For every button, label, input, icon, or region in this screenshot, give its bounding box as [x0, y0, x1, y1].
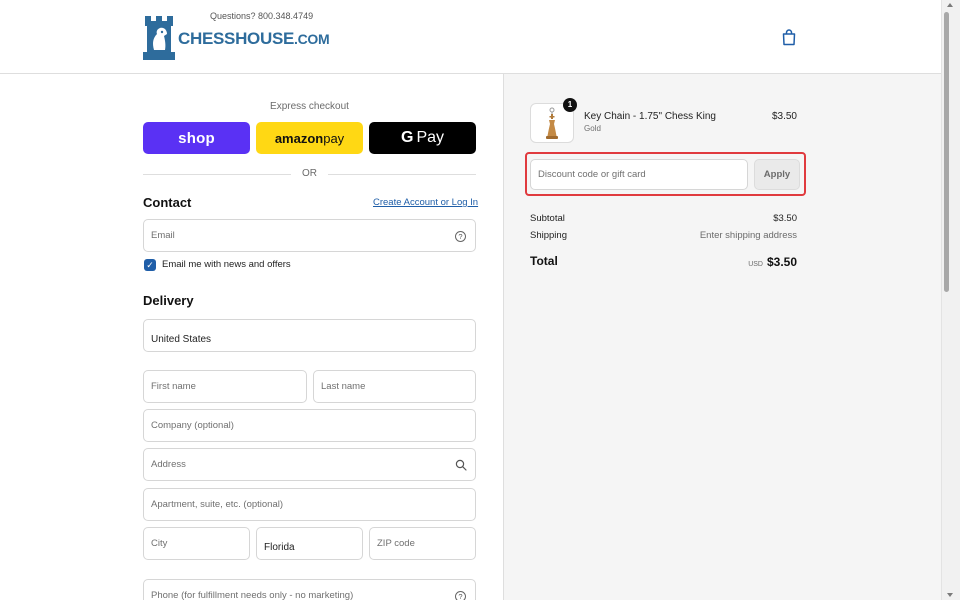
- shop-pay-label: shop: [178, 129, 215, 147]
- divider-line-right: [328, 174, 476, 175]
- scrollbar-thumb[interactable]: [944, 12, 949, 292]
- scroll-up-arrow-icon[interactable]: [947, 3, 953, 7]
- contact-title: Contact: [143, 195, 192, 210]
- discount-placeholder: Discount code or gift card: [538, 169, 646, 180]
- subtotal-label: Subtotal: [530, 213, 565, 224]
- email-placeholder: Email: [151, 230, 175, 241]
- scroll-down-arrow-icon[interactable]: [947, 593, 953, 597]
- address-placeholder: Address: [151, 459, 186, 470]
- quantity-badge: 1: [563, 98, 577, 112]
- brand-wordmark: CHESSHOUSE.COM: [178, 29, 330, 49]
- apply-label: Apply: [763, 169, 791, 180]
- city-field[interactable]: City: [143, 527, 250, 560]
- company-placeholder: Company (optional): [151, 420, 234, 431]
- shop-pay-button[interactable]: shop: [143, 122, 250, 154]
- delivery-title: Delivery: [143, 293, 194, 308]
- apply-discount-button[interactable]: Apply: [754, 159, 800, 190]
- country-value: United States: [151, 334, 212, 345]
- google-pay-label: Pay: [416, 129, 445, 146]
- shopping-bag-icon[interactable]: [781, 29, 797, 46]
- email-field[interactable]: Email ?: [143, 219, 476, 252]
- news-offers-checkbox-row[interactable]: ✓ Email me with news and offers: [144, 258, 291, 271]
- checkbox-checked-icon[interactable]: ✓: [144, 258, 156, 271]
- help-icon[interactable]: ?: [455, 230, 466, 242]
- apartment-placeholder: Apartment, suite, etc. (optional): [151, 499, 284, 510]
- amazon-pay-label-bold: amazon: [274, 130, 324, 146]
- news-offers-label: Email me with news and offers: [162, 259, 291, 270]
- subtotal-value: $3.50: [773, 213, 797, 224]
- last-name-placeholder: Last name: [321, 381, 366, 392]
- apartment-field[interactable]: Apartment, suite, etc. (optional): [143, 488, 476, 521]
- site-header: Questions? 800.348.4749 CHESSHOUSE.COM: [0, 0, 941, 74]
- zip-placeholder: ZIP code: [377, 538, 415, 549]
- checkout-form: Express checkout shop amazon pay G Pay OR…: [0, 74, 503, 600]
- google-g-icon: G: [400, 129, 414, 146]
- last-name-field[interactable]: Last name: [313, 370, 476, 403]
- phone-field[interactable]: Phone (for fulfillment needs only - no m…: [143, 579, 476, 600]
- shipping-value: Enter shipping address: [699, 230, 797, 241]
- brand-suffix: .COM: [294, 31, 330, 47]
- first-name-field[interactable]: First name: [143, 370, 307, 403]
- express-checkout-label: Express checkout: [270, 101, 349, 112]
- state-value: Florida: [264, 542, 295, 553]
- city-placeholder: City: [151, 538, 168, 549]
- phone-placeholder: Phone (for fulfillment needs only - no m…: [151, 590, 354, 600]
- search-icon: [455, 459, 467, 471]
- brand-logo[interactable]: Questions? 800.348.4749 CHESSHOUSE.COM: [143, 10, 330, 62]
- support-phone-text: Questions? 800.348.4749: [210, 11, 314, 21]
- or-divider: OR: [143, 168, 476, 180]
- discount-code-input[interactable]: Discount code or gift card: [530, 159, 748, 190]
- amazon-pay-label: pay: [323, 130, 345, 146]
- total-value-group: USD $3.50: [704, 253, 797, 271]
- state-select[interactable]: Florida: [256, 527, 363, 560]
- zip-field[interactable]: ZIP code: [369, 527, 476, 560]
- product-name: Key Chain - 1.75" Chess King: [584, 111, 716, 122]
- address-field[interactable]: Address: [143, 448, 476, 481]
- total-label: Total: [530, 254, 558, 268]
- amazon-pay-button[interactable]: amazon pay: [256, 122, 363, 154]
- create-account-login-link[interactable]: Create Account or Log In: [373, 197, 478, 208]
- company-field[interactable]: Company (optional): [143, 409, 476, 442]
- order-summary: 1 Key Chain - 1.75" Chess King Gold $3.5…: [503, 74, 941, 600]
- country-select[interactable]: United States: [143, 319, 476, 352]
- first-name-placeholder: First name: [151, 381, 196, 392]
- total-currency: USD: [748, 261, 763, 268]
- rook-knight-logo-icon: [143, 16, 175, 60]
- vertical-scrollbar[interactable]: [941, 0, 960, 600]
- google-pay-button[interactable]: G Pay: [369, 122, 476, 154]
- total-amount: $3.50: [766, 255, 797, 269]
- shipping-label: Shipping: [530, 230, 567, 241]
- product-price: $3.50: [771, 111, 797, 122]
- help-icon[interactable]: ?: [455, 590, 466, 600]
- product-variant: Gold: [584, 124, 601, 133]
- brand-name: CHESSHOUSE: [178, 29, 295, 48]
